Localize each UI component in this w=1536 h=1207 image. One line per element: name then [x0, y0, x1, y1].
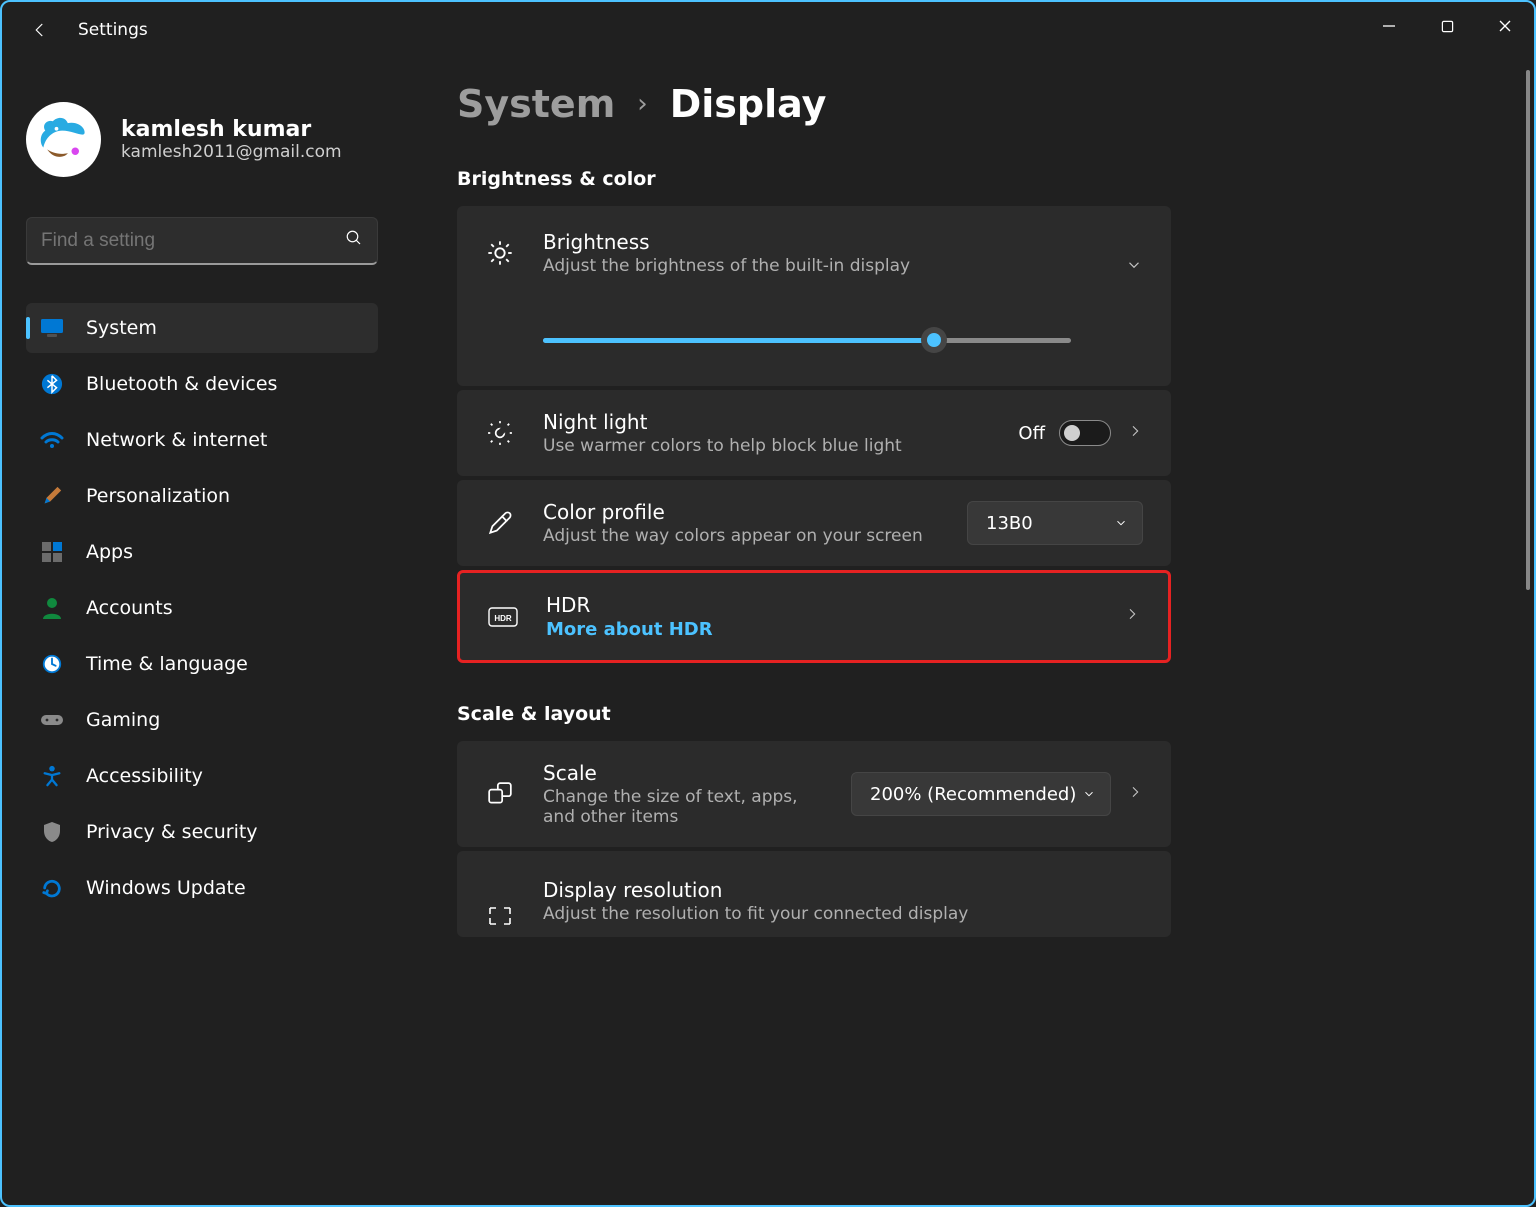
chevron-right-icon[interactable] — [1127, 423, 1143, 444]
chevron-right-icon[interactable] — [1124, 606, 1140, 627]
card-night-light[interactable]: Night light Use warmer colors to help bl… — [457, 390, 1171, 476]
scale-title: Scale — [543, 761, 823, 785]
search-box[interactable] — [26, 217, 378, 265]
avatar — [26, 102, 101, 177]
section-scale-layout: Scale & layout — [457, 703, 1171, 725]
brightness-title: Brightness — [543, 230, 1143, 254]
hdr-icon: HDR — [488, 607, 518, 627]
breadcrumb-current: Display — [670, 82, 827, 126]
night-light-state: Off — [1018, 423, 1045, 444]
search-input[interactable] — [41, 230, 345, 252]
nav-item-personalization[interactable]: Personalization — [26, 471, 378, 521]
nav-item-accounts[interactable]: Accounts — [26, 583, 378, 633]
chevron-down-icon — [1082, 787, 1096, 801]
slider-thumb[interactable] — [921, 327, 947, 353]
update-icon — [40, 876, 64, 900]
svg-text:HDR: HDR — [494, 614, 512, 623]
nav-item-windows-update[interactable]: Windows Update — [26, 863, 378, 913]
nav-item-label: Bluetooth & devices — [86, 373, 277, 395]
sidebar: kamlesh kumar kamlesh2011@gmail.com Syst… — [2, 58, 402, 1205]
display-icon — [40, 316, 64, 340]
brightness-sub: Adjust the brightness of the built-in di… — [543, 256, 1143, 276]
nav-item-network[interactable]: Network & internet — [26, 415, 378, 465]
chevron-right-icon[interactable] — [1127, 784, 1143, 805]
nav-item-system[interactable]: System — [26, 303, 378, 353]
user-name: kamlesh kumar — [121, 117, 342, 142]
brush-icon — [40, 484, 64, 508]
resolution-sub: Adjust the resolution to fit your connec… — [543, 904, 1143, 924]
breadcrumb: System › Display — [457, 82, 1171, 126]
card-color-profile[interactable]: Color profile Adjust the way colors appe… — [457, 480, 1171, 566]
night-light-sub: Use warmer colors to help block blue lig… — [543, 436, 990, 456]
card-display-resolution[interactable]: Display resolution Adjust the resolution… — [457, 851, 1171, 937]
nav-item-accessibility[interactable]: Accessibility — [26, 751, 378, 801]
nav-item-label: Accessibility — [86, 765, 203, 787]
nav-item-label: Personalization — [86, 485, 230, 507]
wifi-icon — [40, 428, 64, 452]
titlebar: Settings — [2, 2, 1534, 58]
card-hdr[interactable]: HDR HDR More about HDR — [457, 570, 1171, 663]
user-email: kamlesh2011@gmail.com — [121, 142, 342, 162]
chevron-down-icon[interactable] — [1125, 256, 1143, 279]
sun-icon — [485, 239, 515, 267]
nav-item-label: Gaming — [86, 709, 160, 731]
minimize-button[interactable] — [1360, 2, 1418, 50]
search-icon — [345, 229, 363, 252]
nav-item-bluetooth[interactable]: Bluetooth & devices — [26, 359, 378, 409]
nav: System Bluetooth & devices Network & int… — [26, 303, 378, 919]
card-brightness[interactable]: Brightness Adjust the brightness of the … — [457, 206, 1171, 386]
scale-sub: Change the size of text, apps, and other… — [543, 787, 823, 827]
scale-dropdown[interactable]: 200% (Recommended) — [851, 772, 1111, 816]
window-title: Settings — [78, 20, 148, 40]
nav-item-label: Privacy & security — [86, 821, 258, 843]
nav-item-privacy[interactable]: Privacy & security — [26, 807, 378, 857]
gamepad-icon — [40, 708, 64, 732]
close-button[interactable] — [1476, 2, 1534, 50]
person-icon — [40, 596, 64, 620]
main-content: System › Display Brightness & color Brig… — [402, 58, 1534, 1205]
clock-icon — [40, 652, 64, 676]
resolution-title: Display resolution — [543, 878, 1143, 902]
back-button[interactable] — [26, 16, 54, 44]
shield-icon — [40, 820, 64, 844]
nav-item-label: Network & internet — [86, 429, 267, 451]
hdr-title: HDR — [546, 593, 1096, 617]
apps-icon — [40, 540, 64, 564]
card-scale[interactable]: Scale Change the size of text, apps, and… — [457, 741, 1171, 847]
chevron-down-icon — [1114, 516, 1128, 530]
bluetooth-icon — [40, 372, 64, 396]
section-brightness-color: Brightness & color — [457, 168, 1171, 190]
night-light-title: Night light — [543, 410, 990, 434]
brightness-slider[interactable] — [543, 328, 1071, 352]
accessibility-icon — [40, 764, 64, 788]
color-profile-sub: Adjust the way colors appear on your scr… — [543, 526, 939, 546]
scale-value: 200% (Recommended) — [870, 784, 1076, 805]
color-profile-dropdown[interactable]: 13B0 — [967, 501, 1143, 545]
nav-item-label: Accounts — [86, 597, 173, 619]
user-block[interactable]: kamlesh kumar kamlesh2011@gmail.com — [26, 102, 378, 177]
chevron-right-icon: › — [637, 89, 647, 119]
maximize-button[interactable] — [1418, 2, 1476, 50]
nav-item-label: Time & language — [86, 653, 248, 675]
scale-icon — [485, 781, 515, 807]
color-profile-value: 13B0 — [986, 513, 1033, 534]
breadcrumb-parent[interactable]: System — [457, 82, 615, 126]
nav-item-label: Apps — [86, 541, 133, 563]
nav-item-time-language[interactable]: Time & language — [26, 639, 378, 689]
night-light-toggle[interactable] — [1059, 420, 1111, 446]
nav-item-label: System — [86, 317, 157, 339]
window-buttons — [1360, 2, 1534, 50]
nav-item-label: Windows Update — [86, 877, 246, 899]
resolution-icon — [485, 905, 515, 927]
nav-item-apps[interactable]: Apps — [26, 527, 378, 577]
eyedropper-icon — [485, 510, 515, 536]
nav-item-gaming[interactable]: Gaming — [26, 695, 378, 745]
scrollbar[interactable] — [1526, 70, 1530, 590]
hdr-link[interactable]: More about HDR — [546, 619, 1096, 640]
color-profile-title: Color profile — [543, 500, 939, 524]
night-light-icon — [485, 420, 515, 446]
